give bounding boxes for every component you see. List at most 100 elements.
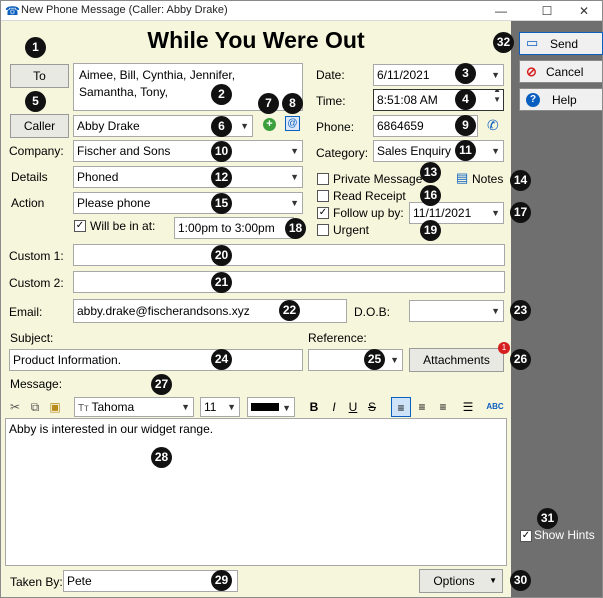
help-label: Help [552,93,577,107]
cancel-icon: ⊘ [526,64,537,79]
close-button[interactable]: ✕ [561,1,603,21]
reference-label: Reference: [308,331,367,345]
hint-marker-24: 24 [211,349,232,370]
urgent-checkbox[interactable] [317,224,329,236]
reference-combo[interactable]: ▼ [308,349,403,371]
hint-marker-16: 16 [420,185,441,206]
add-contact-icon[interactable]: + [263,118,276,131]
font-color-select[interactable]: ▼ [247,397,295,417]
will-be-in-field[interactable]: 1:00pm to 3:00pm [174,217,294,239]
category-combo[interactable]: Sales Enquiry ▼ [373,140,504,162]
help-icon: ? [526,93,540,107]
phone-message-window: ☎ New Phone Message (Caller: Abby Drake)… [0,0,603,598]
subject-field[interactable]: Product Information. [9,349,303,371]
details-label: Details [11,170,48,184]
options-button[interactable]: Options ▼ [419,569,503,593]
font-size-select[interactable]: 11 ▼ [200,397,240,417]
italic-button[interactable]: I [325,397,343,417]
hint-marker-30: 30 [510,570,531,591]
hint-marker-22: 22 [279,300,300,321]
email-label: Email: [9,305,43,319]
chevron-down-icon: ▼ [390,355,399,365]
address-book-icon[interactable]: @ [285,116,300,131]
caller-button[interactable]: Caller [10,114,69,138]
follow-up-date[interactable]: 11/11/2021 ▼ [409,202,504,224]
font-select[interactable]: Tт Tahoma ▼ [74,397,194,417]
follow-up-label: Follow up by: [333,206,404,220]
dob-combo[interactable]: ▼ [409,300,504,322]
category-label: Category: [316,146,369,160]
chevron-down-icon: ▼ [282,403,291,413]
notes-label[interactable]: Notes [472,172,503,186]
date-label: Date: [316,68,345,82]
copy-icon[interactable]: ⧉ [26,397,44,417]
date-picker[interactable]: 6/11/2021 ▼ [373,64,504,86]
hint-marker-21: 21 [211,272,232,293]
bullet-list-icon[interactable]: ☰ [459,397,477,417]
cancel-button[interactable]: ⊘ Cancel [519,60,603,83]
recipients-line-1: Aimee, Bill, Cynthia, Jennifer, [79,68,236,82]
phone-label: Phone: [316,120,355,134]
chevron-down-icon: ▼ [227,402,236,412]
custom2-field[interactable] [73,271,505,293]
align-right-icon[interactable]: ≡ [433,397,453,417]
hint-marker-11: 11 [455,140,476,161]
hint-marker-13: 13 [420,162,441,183]
private-message-label: Private Message [333,172,423,186]
time-spinner-icon[interactable]: ▲ ▼ [493,90,501,105]
strikethrough-button[interactable]: S [363,397,381,417]
custom1-field[interactable] [73,244,505,266]
hint-marker-3: 3 [455,63,476,84]
hint-marker-19: 19 [420,220,441,241]
read-receipt-checkbox[interactable] [317,190,329,202]
color-swatch [251,403,279,411]
paste-icon[interactable]: ▣ [46,397,64,417]
attachments-count-badge: 1 [498,342,510,354]
dob-label: D.O.B: [354,305,391,319]
chevron-down-icon: ▼ [290,172,299,182]
help-button[interactable]: ? Help [519,88,603,111]
hint-marker-5: 5 [25,91,46,112]
send-label: Send [550,37,579,51]
time-label: Time: [316,94,346,108]
will-be-in-label: Will be in at: [90,219,156,233]
phone-app-icon: ☎ [5,4,20,18]
private-message-checkbox[interactable] [317,173,329,185]
will-be-in-checkbox[interactable]: ✓ [74,220,86,232]
details-combo[interactable]: Phoned ▼ [73,166,303,188]
attachments-button[interactable]: Attachments [409,348,504,372]
align-left-icon[interactable]: ≡ [391,397,411,417]
phone-dial-icon[interactable]: ✆ [487,117,499,134]
align-center-icon[interactable]: ≡ [412,397,432,417]
action-combo[interactable]: Please phone ▼ [73,192,303,214]
company-value: Fischer and Sons [77,144,171,158]
custom1-label: Custom 1: [9,249,64,263]
details-value: Phoned [77,170,119,184]
notes-icon[interactable]: ▤ [456,170,468,186]
minimize-button[interactable]: — [478,1,524,21]
bold-button[interactable]: B [305,397,323,417]
email-field[interactable]: abby.drake@fischerandsons.xyz [73,299,347,323]
chevron-down-icon: ▼ [290,198,299,208]
time-field[interactable]: 8:51:08 AM ▲ ▼ [373,89,504,111]
page-title: While You Were Out [147,27,365,53]
action-label: Action [11,196,45,210]
chevron-down-icon: ▼ [491,306,500,316]
hint-marker-8: 8 [282,93,303,114]
spell-check-icon[interactable]: ABC [484,397,506,417]
show-hints-checkbox[interactable]: ✓ [520,530,532,542]
hint-marker-17: 17 [510,202,531,223]
cut-icon[interactable]: ✂ [6,397,24,417]
chevron-down-icon: ▼ [491,208,500,218]
to-button[interactable]: To [10,64,69,88]
company-combo[interactable]: Fischer and Sons ▼ [73,140,303,162]
hint-marker-12: 12 [211,167,232,188]
send-button[interactable]: ▭ Send [519,32,603,55]
follow-up-checkbox[interactable]: ✓ [317,207,329,219]
font-type-icon: Tт [78,403,92,414]
window-title: New Phone Message (Caller: Abby Drake) [21,4,228,16]
message-body[interactable]: Abby is interested in our widget range. [5,418,507,566]
taken-by-label: Taken By: [10,575,63,589]
company-label: Company: [9,144,64,158]
underline-button[interactable]: U [344,397,362,417]
